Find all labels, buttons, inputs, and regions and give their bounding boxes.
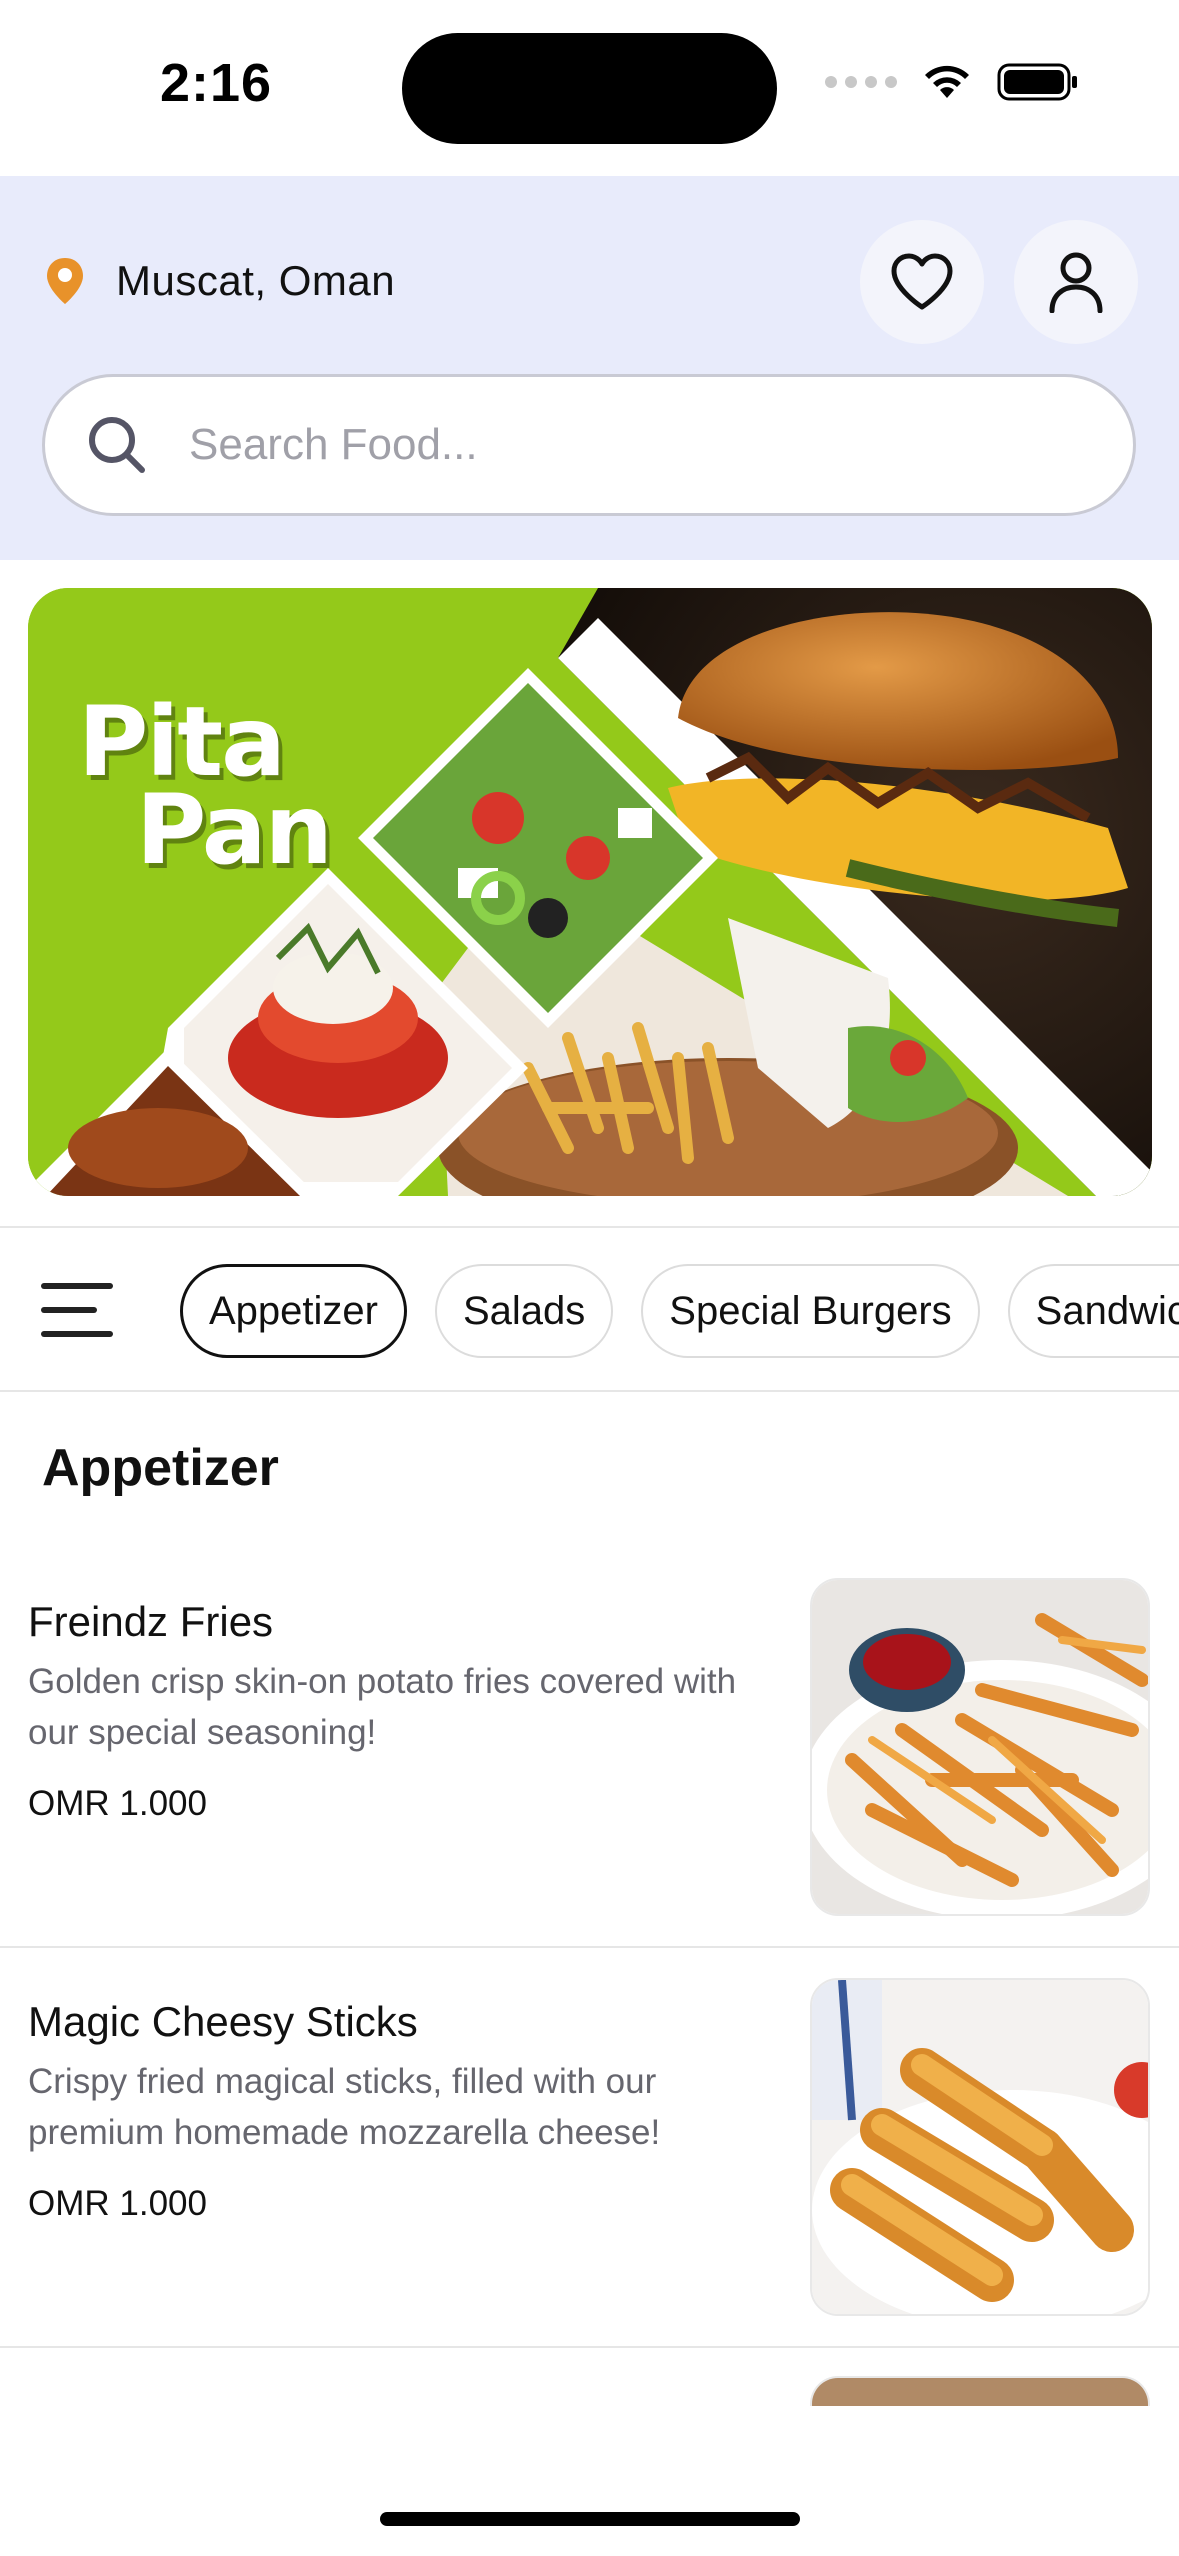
category-chip-special-burgers[interactable]: Special Burgers (641, 1264, 980, 1358)
cellular-signal-icon (825, 76, 897, 88)
status-icons (825, 62, 1079, 102)
category-chip-salads[interactable]: Salads (434, 1264, 614, 1358)
item-image-partial[interactable] (810, 2376, 1150, 2406)
item-image-fries[interactable] (810, 1578, 1150, 1916)
item-price: OMR 1.000 (28, 1784, 207, 1823)
search-bar[interactable] (42, 374, 1136, 516)
item-description: Golden crisp skin-on potato fries covere… (28, 1662, 737, 1752)
section-title: Appetizer (42, 1439, 279, 1497)
item-description: Crispy fried magical sticks, filled with… (28, 2062, 661, 2152)
search-input[interactable] (189, 420, 989, 470)
category-bar: Appetizer Salads Special Burgers Sandwic… (0, 1226, 1179, 1392)
menu-item[interactable]: Magic Cheesy Sticks Crispy fried magical… (0, 1948, 1179, 2348)
favorites-button[interactable] (860, 220, 984, 344)
category-chip-appetizer[interactable]: Appetizer (180, 1264, 407, 1358)
status-time: 2:16 (160, 53, 273, 113)
location-selector[interactable]: Muscat, Oman (44, 256, 395, 306)
menu-item[interactable]: Freindz Fries Golden crisp skin-on potat… (0, 1548, 1179, 1948)
item-name: Freindz Fries (28, 1598, 274, 1645)
menu-icon[interactable] (40, 1280, 114, 1340)
item-image-cheese-sticks[interactable] (810, 1978, 1150, 2316)
banner-artwork (28, 588, 1152, 1196)
category-chips: Appetizer Salads Special Burgers Sandwic… (180, 1264, 1179, 1358)
banner-title-line2: Pan (136, 774, 333, 886)
app-header: Muscat, Oman (0, 176, 1179, 560)
status-bar: 2:16 (0, 0, 1179, 176)
category-chip-sandwiches[interactable]: Sandwiches (1007, 1264, 1179, 1358)
dynamic-island (402, 33, 777, 144)
heart-icon (891, 253, 953, 310)
location-label: Muscat, Oman (116, 257, 396, 304)
banner-brand-title: Pita Pan (78, 694, 333, 886)
user-icon (1049, 252, 1103, 313)
item-price: OMR 1.000 (28, 2184, 207, 2223)
menu-item-partial[interactable] (0, 2348, 1179, 2408)
promo-banner[interactable]: Pita Pan (28, 588, 1152, 1196)
battery-icon (997, 63, 1077, 101)
search-icon (89, 417, 145, 473)
home-indicator (380, 2512, 800, 2526)
location-pin-icon (47, 258, 83, 304)
item-name: Magic Cheesy Sticks (28, 1998, 418, 2045)
profile-button[interactable] (1014, 220, 1138, 344)
wifi-icon (925, 65, 969, 98)
